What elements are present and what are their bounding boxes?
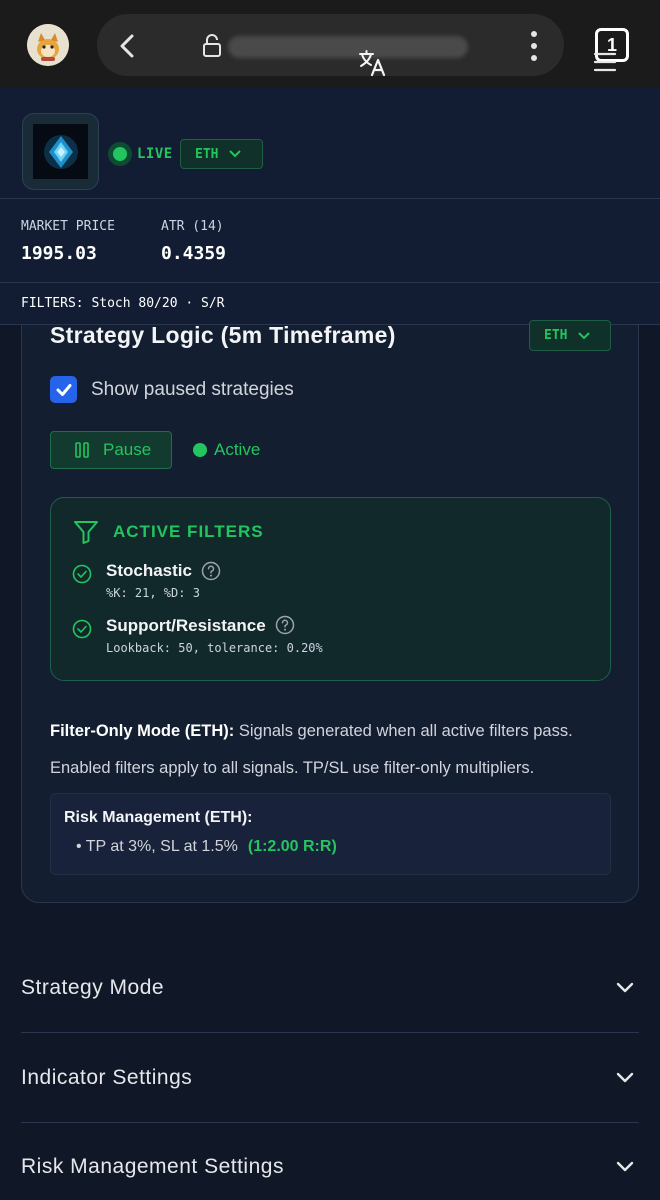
accordion-label: Risk Management Settings xyxy=(21,1155,284,1178)
filter-only-mode-desc2: Enabled filters apply to all signals. TP… xyxy=(50,759,535,777)
bullet: • xyxy=(76,838,86,855)
app-logo[interactable] xyxy=(22,113,99,190)
accordion-indicator-settings[interactable]: Indicator Settings xyxy=(21,1033,639,1123)
symbol-select-value: ETH xyxy=(195,146,219,162)
accordion-label: Indicator Settings xyxy=(21,1065,193,1089)
pause-button-label: Pause xyxy=(103,440,152,459)
market-stats: MARKET PRICE 1995.03 ATR (14) 0.4359 xyxy=(0,199,660,283)
profile-avatar[interactable] xyxy=(27,24,69,66)
translate-icon[interactable] xyxy=(357,48,387,78)
risk-tp-sl: TP at 3%, SL at 1.5% xyxy=(85,838,238,855)
filter-only-mode-desc: Signals generated when all active filter… xyxy=(238,722,573,740)
accordion-strategy-mode[interactable]: Strategy Mode xyxy=(21,943,639,1033)
more-vert-icon[interactable] xyxy=(523,28,545,64)
live-indicator-dot xyxy=(108,142,132,166)
back-icon[interactable] xyxy=(112,30,144,62)
filter-params-stochastic: %K: 21, %D: 3 xyxy=(106,586,200,600)
profile-avatar-icon xyxy=(27,24,69,66)
help-icon[interactable] xyxy=(201,561,221,581)
active-status-label: Active xyxy=(214,440,261,459)
app-header: LIVE ETH xyxy=(0,88,660,199)
check-icon xyxy=(56,383,71,396)
accordion-risk-management-settings[interactable]: Risk Management Settings xyxy=(21,1122,639,1200)
check-circle-icon xyxy=(72,564,92,584)
filter-params-support-resistance: Lookback: 50, tolerance: 0.20% xyxy=(106,641,323,655)
show-paused-checkbox[interactable] xyxy=(50,376,77,403)
filter-name-stochastic: Stochastic xyxy=(106,561,192,580)
filter-only-mode-title: Filter-Only Mode (ETH): xyxy=(50,722,235,740)
chevron-down-icon xyxy=(616,982,634,992)
risk-reward-ratio: (1:2.00 R:R) xyxy=(247,838,337,855)
filter-only-mode-text: Filter-Only Mode (ETH): Signals generate… xyxy=(50,722,573,741)
chevron-down-icon xyxy=(229,150,242,158)
chevron-down-icon xyxy=(616,1072,634,1082)
symbol-select[interactable]: ETH xyxy=(180,139,263,169)
help-icon[interactable] xyxy=(275,615,295,635)
live-status-label: LIVE xyxy=(137,146,173,162)
risk-management-title: Risk Management (ETH): xyxy=(64,809,253,826)
risk-management-panel xyxy=(50,793,611,875)
active-status-dot xyxy=(193,443,207,457)
active-filters-heading: ACTIVE FILTERS xyxy=(113,522,264,541)
accordion-label: Strategy Mode xyxy=(21,975,165,999)
atr-value: 0.4359 xyxy=(161,243,227,264)
browser-chrome: 1 xyxy=(0,0,660,88)
strategy-symbol-value: ETH xyxy=(544,328,568,343)
show-paused-label[interactable]: Show paused strategies xyxy=(91,379,294,401)
filter-name-support-resistance: Support/Resistance xyxy=(106,616,266,635)
atr-label: ATR (14) xyxy=(161,219,224,234)
risk-management-item: • TP at 3%, SL at 1.5% (1:2.00 R:R) xyxy=(76,838,337,856)
chevron-down-icon xyxy=(616,1161,634,1172)
strategy-symbol-select[interactable]: ETH xyxy=(529,320,611,351)
check-circle-icon xyxy=(72,619,92,639)
strategy-title: Strategy Logic (5m Timeframe) xyxy=(50,322,396,348)
pause-icon xyxy=(75,442,89,458)
crystal-logo-icon xyxy=(43,134,78,169)
filter-icon xyxy=(74,521,98,544)
pause-button[interactable]: Pause xyxy=(50,431,172,469)
lock-icon[interactable] xyxy=(199,33,225,59)
chevron-down-icon xyxy=(578,331,591,339)
url-text-blurred[interactable] xyxy=(228,36,468,58)
market-price-value: 1995.03 xyxy=(21,243,97,264)
filters-summary-bar: FILTERS: Stoch 80/20 · S/R xyxy=(0,283,660,325)
market-price-label: MARKET PRICE xyxy=(21,219,115,234)
menu-icon[interactable] xyxy=(593,50,617,74)
